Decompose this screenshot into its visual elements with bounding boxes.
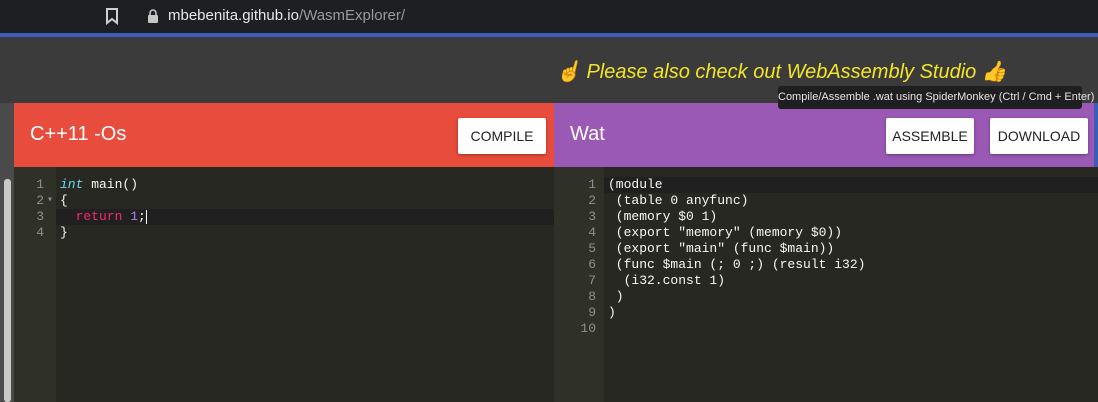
code-token: (module xyxy=(608,177,663,192)
code-token: int xyxy=(60,177,84,192)
line-number: 7 xyxy=(588,273,596,288)
code-line: { xyxy=(60,193,68,209)
code-line: (table 0 anyfunc) xyxy=(608,193,749,209)
code-line: ) xyxy=(608,289,624,305)
url-path: /WasmExplorer/ xyxy=(298,7,406,24)
webassembly-studio-link[interactable]: ☝ Please also check out WebAssembly Stud… xyxy=(556,59,1007,84)
code-token: 1 xyxy=(130,209,139,224)
code-line: (i32.const 1) xyxy=(608,273,725,289)
line-number: 1 xyxy=(36,177,44,192)
cpp-code-editor[interactable]: 1 2 3 4 ▾ int main(){ return 1;} xyxy=(14,167,554,402)
cpp-pane-header: C++11 -Os COMPILE xyxy=(14,103,554,167)
code-line: (func $main (; 0 ;) (result i32) xyxy=(608,257,866,273)
code-line: return 1; xyxy=(60,209,147,225)
line-number: 6 xyxy=(588,257,596,272)
code-token: ) xyxy=(608,289,624,304)
code-token: (table 0 anyfunc) xyxy=(608,193,749,208)
line-number: 5 xyxy=(588,241,596,256)
code-token: (memory $0 1) xyxy=(608,209,718,224)
code-token: ; xyxy=(138,209,146,224)
line-number: 10 xyxy=(580,321,596,336)
code-line: } xyxy=(60,225,68,241)
code-line: (memory $0 1) xyxy=(608,209,717,225)
code-token: (func $main (; 0 ;) (result i32) xyxy=(608,257,866,272)
lock-icon[interactable] xyxy=(146,8,160,24)
text-cursor xyxy=(145,209,147,224)
code-line: int main() xyxy=(60,177,138,193)
wat-pane-title: Wat xyxy=(570,123,605,145)
wat-line-gutter: 1 2 3 4 5 6 7 8 9 10 xyxy=(554,167,604,402)
line-number: 1 xyxy=(588,177,596,192)
code-token: (i32.const 1) xyxy=(608,273,726,288)
code-token: { xyxy=(60,193,68,208)
assemble-button[interactable]: ASSEMBLE xyxy=(886,118,974,154)
download-button[interactable]: DOWNLOAD xyxy=(990,118,1088,154)
active-line-highlight xyxy=(604,177,1098,193)
code-line: ) xyxy=(608,305,616,321)
wat-code-editor[interactable]: 1 2 3 4 5 6 7 8 9 10 (module (table 0 anyfunc) (m… xyxy=(554,167,1098,402)
url-host: mbebenita.github.io xyxy=(168,7,299,24)
code-token: } xyxy=(60,225,68,240)
line-number: 2 xyxy=(36,193,44,208)
line-number: 9 xyxy=(588,305,596,320)
code-line: (module xyxy=(608,177,663,193)
line-number: 4 xyxy=(588,225,596,240)
address-bar[interactable]: mbebenita.github.io/WasmExplorer/ xyxy=(168,7,405,25)
line-number: 2 xyxy=(588,193,596,208)
vertical-scrollbar[interactable] xyxy=(4,179,11,402)
line-number: 8 xyxy=(588,289,596,304)
code-token: return xyxy=(75,209,123,224)
line-number: 3 xyxy=(36,209,44,224)
code-token: main() xyxy=(83,177,139,192)
wat-pane-header: Wat ASSEMBLE DOWNLOAD xyxy=(554,103,1094,167)
line-number: 4 xyxy=(36,225,44,240)
code-token: ) xyxy=(608,305,616,320)
cpp-line-gutter: 1 2 3 4 ▾ xyxy=(14,167,56,402)
code-token: (export "memory" (memory $0)) xyxy=(608,225,843,240)
right-edge-accent xyxy=(1094,103,1098,167)
fold-arrow-icon[interactable]: ▾ xyxy=(47,193,53,209)
compile-button[interactable]: COMPILE xyxy=(458,118,546,154)
browser-url-bar: mbebenita.github.io/WasmExplorer/ xyxy=(0,0,1098,33)
bookmark-icon[interactable] xyxy=(104,7,120,25)
code-line: (export "memory" (memory $0)) xyxy=(608,225,842,241)
cpp-pane-title: C++11 -Os xyxy=(30,123,127,145)
left-edge xyxy=(0,103,14,402)
assemble-tooltip: Compile/Assemble .wat using SpiderMonkey… xyxy=(778,86,1094,109)
code-token: (export "main" (func $main)) xyxy=(608,241,835,256)
line-number: 3 xyxy=(588,209,596,224)
code-line: (export "main" (func $main)) xyxy=(608,241,834,257)
